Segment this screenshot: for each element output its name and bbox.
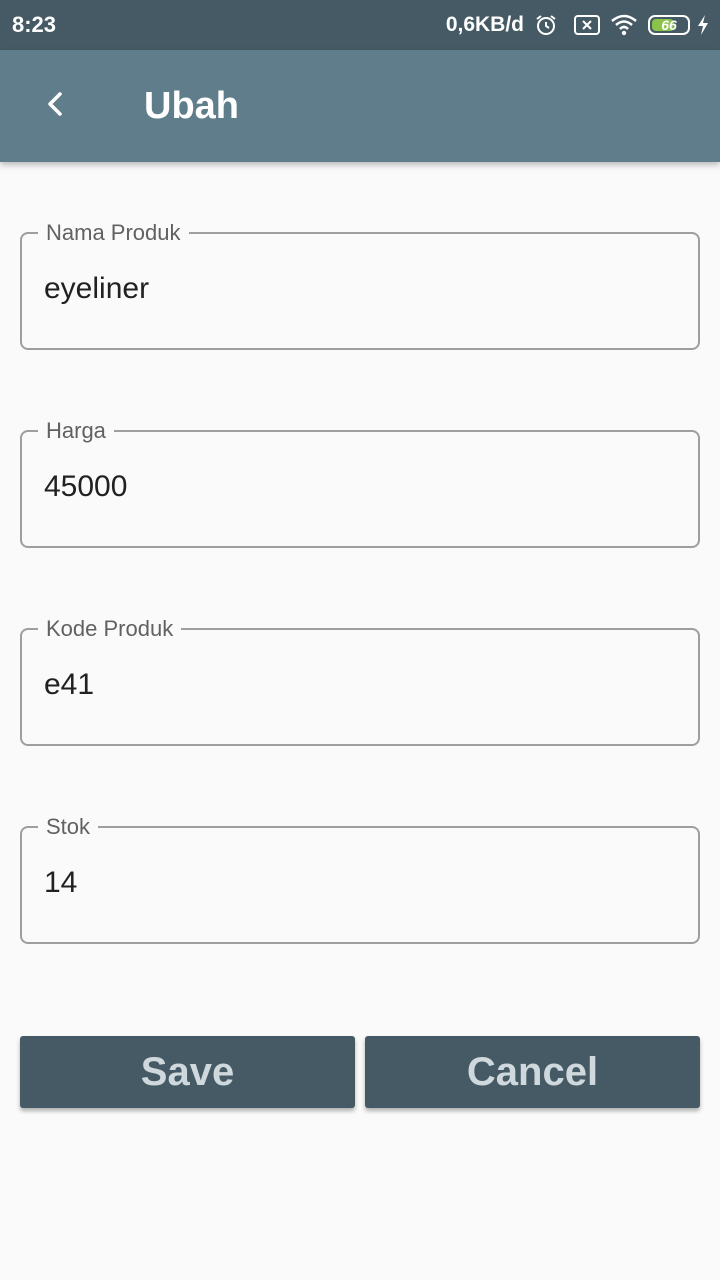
battery-icon: 66 <box>648 15 690 35</box>
chevron-left-icon <box>44 90 68 123</box>
status-bar: 8:23 0,6KB/d 66 <box>0 0 720 50</box>
kode-produk-input[interactable] <box>44 668 664 702</box>
harga-label: Harga <box>38 414 114 448</box>
sim-x-icon <box>574 14 600 36</box>
alarm-icon <box>534 13 558 37</box>
page-title: Ubah <box>144 84 239 127</box>
nama-produk-input[interactable] <box>44 272 664 306</box>
nama-produk-field: Nama Produk <box>20 216 700 350</box>
battery-level: 66 <box>661 17 677 33</box>
wifi-icon <box>610 14 638 36</box>
harga-input[interactable] <box>44 470 664 504</box>
cancel-button[interactable]: Cancel <box>365 1036 700 1108</box>
stok-label: Stok <box>38 810 99 844</box>
status-icons: 0,6KB/d 66 <box>446 13 710 37</box>
app-bar: Ubah <box>0 50 720 162</box>
kode-produk-field: Kode Produk <box>20 612 700 746</box>
save-button[interactable]: Save <box>20 1036 355 1108</box>
harga-field: Harga <box>20 414 700 548</box>
back-button[interactable] <box>0 50 112 162</box>
kode-produk-label: Kode Produk <box>38 612 182 646</box>
stok-field: Stok <box>20 810 700 944</box>
stok-input[interactable] <box>44 866 664 900</box>
network-speed: 0,6KB/d <box>445 13 524 36</box>
charging-icon <box>696 14 710 36</box>
status-time: 8:23 <box>12 12 57 37</box>
nama-produk-label: Nama Produk <box>38 216 189 250</box>
